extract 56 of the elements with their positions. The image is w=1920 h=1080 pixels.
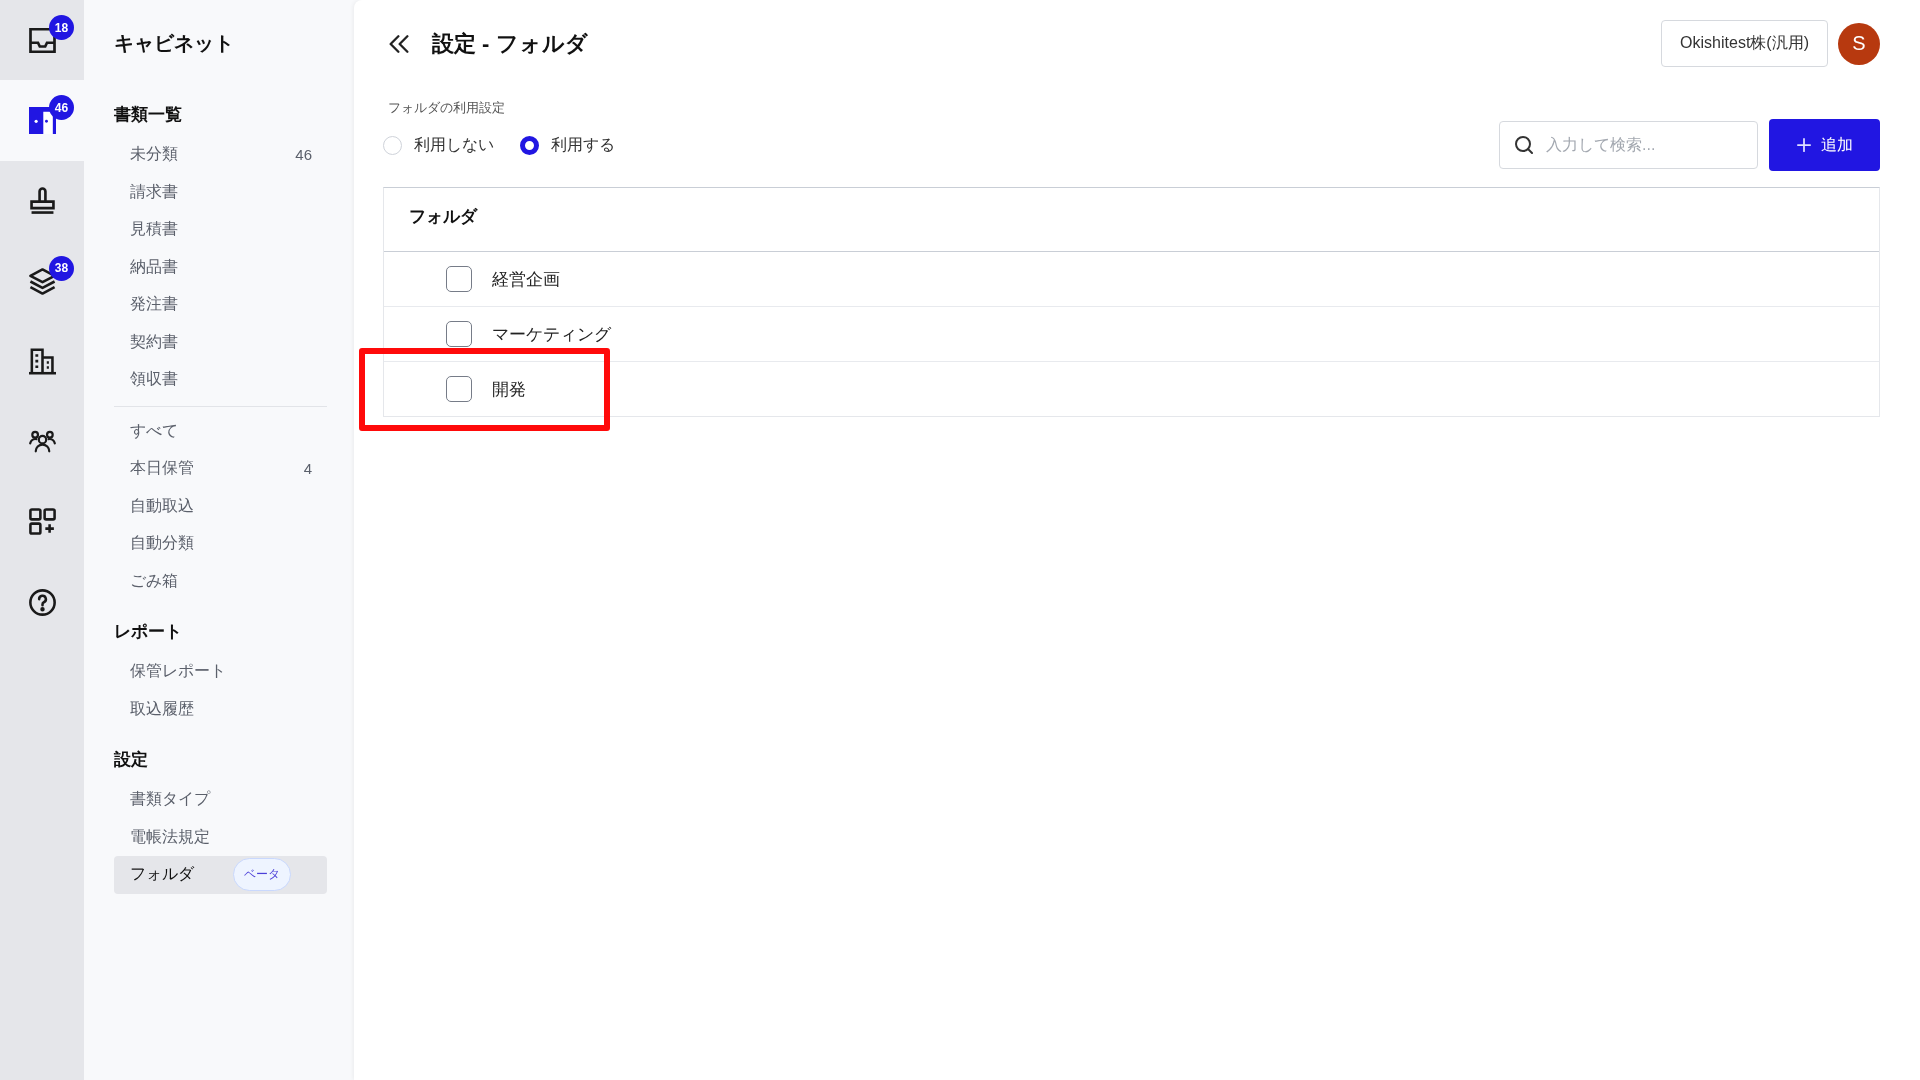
item-count: 4 [303,460,312,478]
sidebar-item[interactable]: 納品書 [114,248,327,286]
sidebar-item[interactable]: ごみ箱 [114,562,327,600]
page-title: 設定 - フォルダ [432,29,588,58]
section-heading: 設定 [114,749,148,771]
folder-name: 開発 [492,378,526,401]
row-checkbox[interactable] [446,266,472,292]
row-checkbox[interactable] [446,376,472,402]
row-checkbox[interactable] [446,321,472,347]
section-heading: レポート [114,621,182,643]
radio-icon[interactable] [520,135,539,155]
sidebar-item[interactable]: 見積書 [114,211,327,249]
sidebar-item[interactable]: 契約書 [114,323,327,361]
sidebar-item[interactable]: すべて [114,412,327,450]
sidebar-item[interactable]: 自動分類 [114,525,327,563]
sidebar-item[interactable]: フォルダ ベータ [114,856,327,894]
plus-icon [1796,138,1811,152]
section-heading: 書類一覧 [114,104,182,126]
sidebar-item[interactable]: 取込履歴 [114,690,327,728]
radio-option[interactable]: 利用しない [383,134,494,156]
rail-button[interactable]: 46 [0,80,84,161]
folder-name: 経営企画 [492,268,560,291]
add-button[interactable]: 追加 [1769,119,1880,171]
sidebar-item[interactable]: 電帳法規定 [114,818,327,856]
help-icon [28,588,56,616]
search-icon [1515,136,1533,154]
folder-name: マーケティング [492,323,611,346]
sidebar-item[interactable]: 保管レポート [114,653,327,691]
search-field[interactable]: 入力して検索... [1499,121,1758,169]
building-icon [28,347,56,375]
apps-plus-icon [28,508,56,536]
inbox-icon [28,26,56,54]
radio-option[interactable]: 利用する [520,134,615,156]
sidebar-item[interactable]: 本日保管 4 [114,450,327,488]
count-badge: 18 [49,15,74,40]
field-label: フォルダの利用設定 [388,99,505,117]
column-header: フォルダ [409,206,477,228]
item-count: 46 [295,146,312,164]
sidebar-item[interactable]: 請求書 [114,173,327,211]
sidebar-title: キャビネット [114,31,234,56]
sidebar-item[interactable]: 発注書 [114,286,327,324]
rail-button[interactable]: 38 [0,240,84,322]
count-badge: 38 [49,255,74,281]
layers-icon [28,267,56,295]
chevrons-left-icon [388,34,410,53]
sidebar-item[interactable]: 領収書 [114,361,327,399]
avatar[interactable]: S [1838,22,1880,65]
sidebar-item[interactable]: 書類タイプ [114,781,327,819]
sidebar-item[interactable]: 未分類 46 [114,136,327,174]
beta-badge: ベータ [233,858,291,892]
cabinet-icon [28,106,56,134]
rail-button[interactable]: 18 [0,0,84,81]
sidebar-item[interactable]: 自動取込 [114,487,327,525]
count-badge: 46 [49,95,74,121]
stamp-icon [28,187,56,215]
account-button[interactable]: Okishitest株(汎用) [1661,20,1828,67]
